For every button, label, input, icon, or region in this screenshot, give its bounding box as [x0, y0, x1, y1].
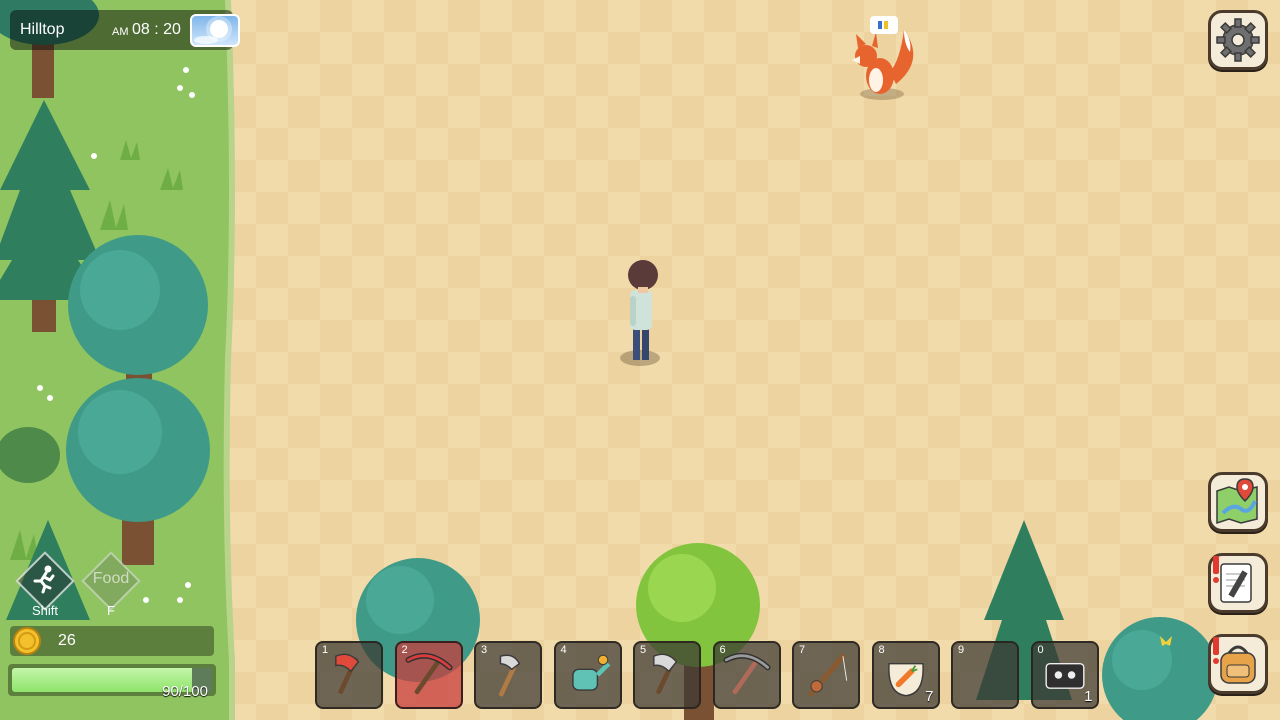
item-count: 7 [925, 688, 934, 705]
gear-icon [1216, 18, 1260, 62]
food-label: Food [92, 570, 130, 587]
steel-axe-icon [653, 653, 678, 694]
inventory-button[interactable] [1208, 634, 1268, 694]
health-text: 90/100 [162, 683, 208, 700]
sprint-key-label: Shift [31, 603, 58, 618]
hotbar-slot-7[interactable]: 7 [792, 641, 860, 709]
hotbar-slot-9[interactable]: 9 [951, 641, 1019, 709]
map-icon [1216, 478, 1258, 525]
alert-icon [1213, 556, 1219, 583]
health-bar: 90/100 [8, 664, 216, 700]
game-world[interactable] [0, 0, 1280, 720]
slot-number: 9 [958, 644, 965, 656]
settings-button[interactable] [1208, 10, 1268, 70]
coin-counter: 26 [10, 626, 214, 656]
journal-button[interactable] [1208, 553, 1268, 613]
food-action[interactable]: Food F [80, 550, 142, 618]
hotbar-slot-3[interactable]: 3 [474, 641, 542, 709]
alert-icon [1213, 637, 1219, 664]
hotbar: 123456787901 [315, 641, 1100, 709]
watering-can-icon [571, 654, 610, 691]
pickaxe-icon [404, 652, 453, 695]
gold-coin-icon [13, 627, 41, 655]
time-ampm: AM [112, 26, 129, 38]
hotbar-slot-2[interactable]: 2 [394, 641, 463, 709]
hotbar-slot-4[interactable]: 4 [553, 641, 622, 709]
sunny-icon [190, 14, 240, 47]
hotbar-slot-0[interactable]: 01 [1030, 641, 1099, 709]
running-icon [33, 565, 55, 594]
map-button[interactable] [1208, 472, 1268, 532]
coin-amount: 26 [58, 632, 76, 649]
fox-speech-icon [870, 16, 898, 34]
item-count: 1 [1084, 688, 1093, 705]
hatchet-icon [498, 654, 521, 697]
hotbar-slot-8[interactable]: 87 [871, 641, 940, 709]
hotbar-slot-5[interactable]: 5 [633, 641, 701, 709]
location-name: Hilltop [20, 21, 65, 38]
fishing-rod-icon [808, 653, 848, 697]
hotbar-slot-6[interactable]: 6 [712, 641, 781, 709]
red-axe-icon [335, 653, 360, 694]
hotbar-slot-1[interactable]: 1 [315, 641, 383, 709]
steel-pickaxe-icon [722, 652, 771, 695]
clock-time: 08 : 20 [132, 21, 181, 38]
location-time-panel: Hilltop AM 08 : 20 [10, 10, 240, 50]
food-key-label: F [107, 603, 115, 618]
sprint-action[interactable]: Shift [14, 550, 76, 618]
